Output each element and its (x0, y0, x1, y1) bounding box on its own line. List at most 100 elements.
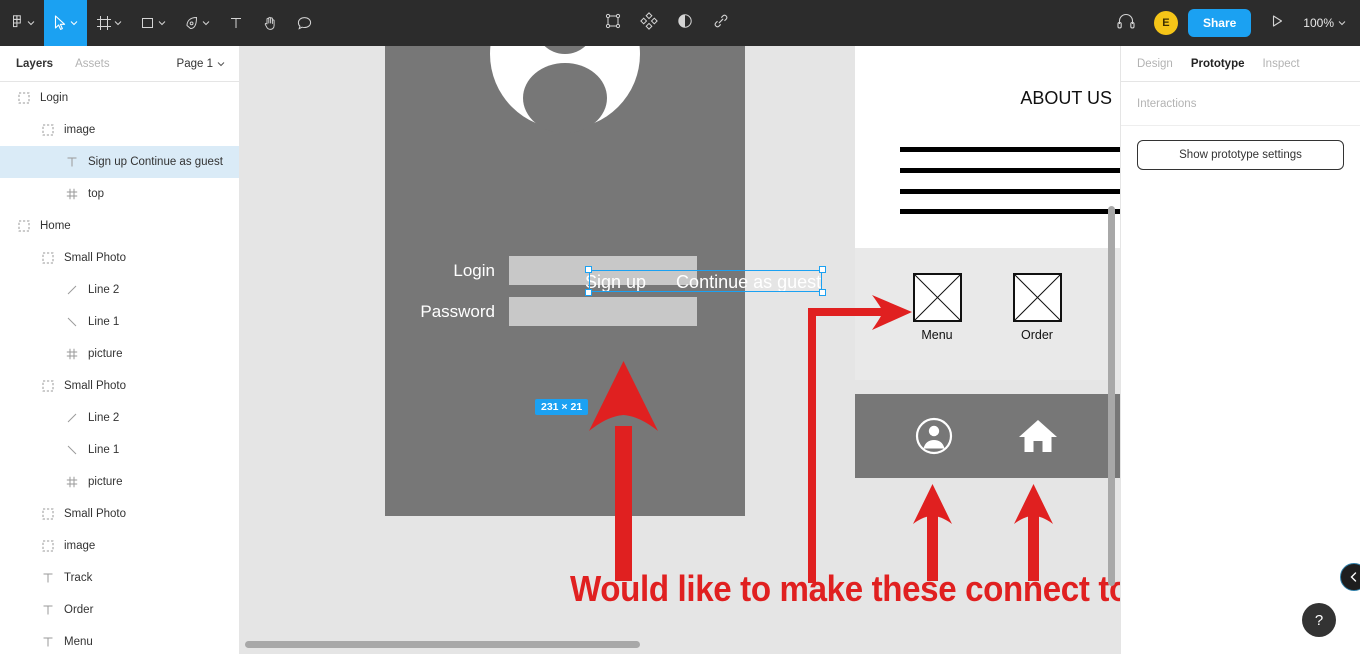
layer-row[interactable]: image (0, 114, 239, 146)
collapse-panel-button[interactable] (1340, 563, 1360, 591)
figma-logo-button[interactable] (0, 0, 44, 46)
hand-tool-button[interactable] (253, 0, 287, 46)
text-tool-button[interactable] (219, 0, 253, 46)
layer-row-label: Line 2 (88, 284, 120, 296)
layer-row[interactable]: Small Photo (0, 498, 239, 530)
line-up-icon (67, 413, 77, 423)
home-nav-button[interactable] (1018, 417, 1058, 460)
share-button[interactable]: Share (1187, 9, 1252, 37)
layer-row[interactable]: Menu (0, 626, 239, 654)
chevron-down-icon (27, 21, 35, 26)
tab-design[interactable]: Design (1137, 58, 1173, 70)
frame-icon (42, 252, 54, 264)
layer-row[interactable]: Order (0, 594, 239, 626)
about-us-title: ABOUT US (1020, 88, 1112, 108)
page-selector-label: Page 1 (176, 57, 213, 70)
layer-row-label: Line 1 (88, 316, 120, 328)
order-image-placeholder[interactable] (1013, 273, 1062, 322)
tab-assets[interactable]: Assets (75, 58, 110, 70)
design-canvas[interactable]: Login Password Sign up Continue as guest… (240, 46, 1120, 654)
toolbar-right-group: E Share 100% (1108, 0, 1352, 46)
layer-row[interactable]: picture (0, 338, 239, 370)
canvas-horizontal-scrollbar-thumb[interactable] (245, 641, 640, 648)
mask-button[interactable] (676, 12, 694, 35)
layer-row[interactable]: Line 2 (0, 274, 239, 306)
selection-frame-button[interactable] (604, 12, 622, 35)
text-layer-icon (67, 157, 77, 167)
page-selector[interactable]: Page 1 (177, 58, 225, 70)
frame-tool-icon (97, 16, 111, 30)
comment-tool-button[interactable] (287, 0, 322, 46)
frame-icon (40, 250, 56, 266)
zoom-control[interactable]: 100% (1291, 16, 1352, 30)
component-icon (66, 188, 78, 200)
layer-row[interactable]: top (0, 178, 239, 210)
canvas-vertical-scrollbar[interactable] (1108, 206, 1115, 586)
layer-row[interactable]: Track (0, 562, 239, 594)
text-layer-icon (40, 570, 56, 586)
top-toolbar: E Share 100% (0, 0, 1360, 46)
layer-row[interactable]: picture (0, 466, 239, 498)
move-tool-button[interactable] (44, 0, 87, 46)
layers-panel: Layers Assets Page 1 Login image Sign up C… (0, 46, 240, 654)
chevron-down-icon (1338, 21, 1346, 26)
layer-row-label: picture (88, 476, 123, 488)
home-content-frame[interactable]: Menu Order (855, 248, 1120, 380)
tab-layers[interactable]: Layers (16, 58, 53, 70)
present-button[interactable] (1263, 13, 1291, 34)
frame-icon (42, 380, 54, 392)
user-avatar[interactable]: E (1153, 11, 1178, 35)
about-text-line (900, 189, 1120, 194)
layer-row-label: Menu (64, 636, 93, 648)
annotation-text: Would like to make these connect to a fr… (570, 568, 1120, 609)
layer-row[interactable]: Line 2 (0, 402, 239, 434)
pen-tool-icon (186, 16, 198, 30)
signup-continue-text[interactable]: Sign up Continue as guest (585, 270, 821, 294)
show-prototype-settings-button[interactable]: Show prototype settings (1137, 140, 1344, 170)
image-placeholder-icon (1014, 274, 1061, 321)
bottom-navbar-frame[interactable] (855, 394, 1120, 478)
layer-row-label: Sign up Continue as guest (88, 156, 223, 168)
headphones-icon (1117, 13, 1135, 28)
layer-row[interactable]: image (0, 530, 239, 562)
layer-row[interactable]: Small Photo (0, 370, 239, 402)
layer-row[interactable]: Line 1 (0, 434, 239, 466)
layer-row[interactable]: Sign up Continue as guest (0, 146, 239, 178)
line-down-icon (67, 445, 77, 455)
link-button[interactable] (712, 12, 730, 35)
component-icon (640, 11, 658, 30)
headphones-button[interactable] (1108, 12, 1144, 35)
shape-tool-button[interactable] (131, 0, 175, 46)
line-down-icon (64, 314, 80, 330)
frame-icon (42, 508, 54, 520)
password-input[interactable] (509, 297, 697, 326)
layer-row[interactable]: Small Photo (0, 242, 239, 274)
pen-tool-button[interactable] (175, 0, 219, 46)
layer-row-label: Login (40, 92, 69, 104)
login-frame[interactable]: Login Password Sign up Continue as guest (385, 46, 826, 516)
layer-row[interactable]: Home (0, 210, 239, 242)
help-button[interactable]: ? (1302, 603, 1336, 637)
arrow-up-to-home-icon (1014, 484, 1053, 581)
frame-icon (16, 90, 32, 106)
about-us-frame[interactable]: ABOUT US (855, 46, 1120, 248)
toolbar-center-group (604, 0, 730, 46)
layer-row-label: Small Photo (64, 252, 127, 264)
menu-image-placeholder[interactable] (913, 273, 962, 322)
layer-row[interactable]: Line 1 (0, 306, 239, 338)
component-icon (64, 186, 80, 202)
present-play-icon (1273, 14, 1283, 27)
tab-prototype[interactable]: Prototype (1191, 58, 1245, 70)
layer-row-label: Home (40, 220, 71, 232)
layer-row[interactable]: Login (0, 82, 239, 114)
tab-inspect[interactable]: Inspect (1262, 58, 1299, 70)
menu-placeholder-label: Menu (921, 328, 953, 342)
chevron-down-icon (202, 21, 210, 26)
component-button[interactable] (640, 11, 658, 35)
layer-list: Login image Sign up Continue as guest top Ho… (0, 82, 239, 654)
account-nav-button[interactable] (915, 417, 953, 460)
frame-tool-button[interactable] (87, 0, 131, 46)
canvas-horizontal-scrollbar-track[interactable] (240, 635, 1120, 654)
interactions-section-title: Interactions (1121, 82, 1360, 126)
password-field-row: Password (385, 297, 697, 326)
